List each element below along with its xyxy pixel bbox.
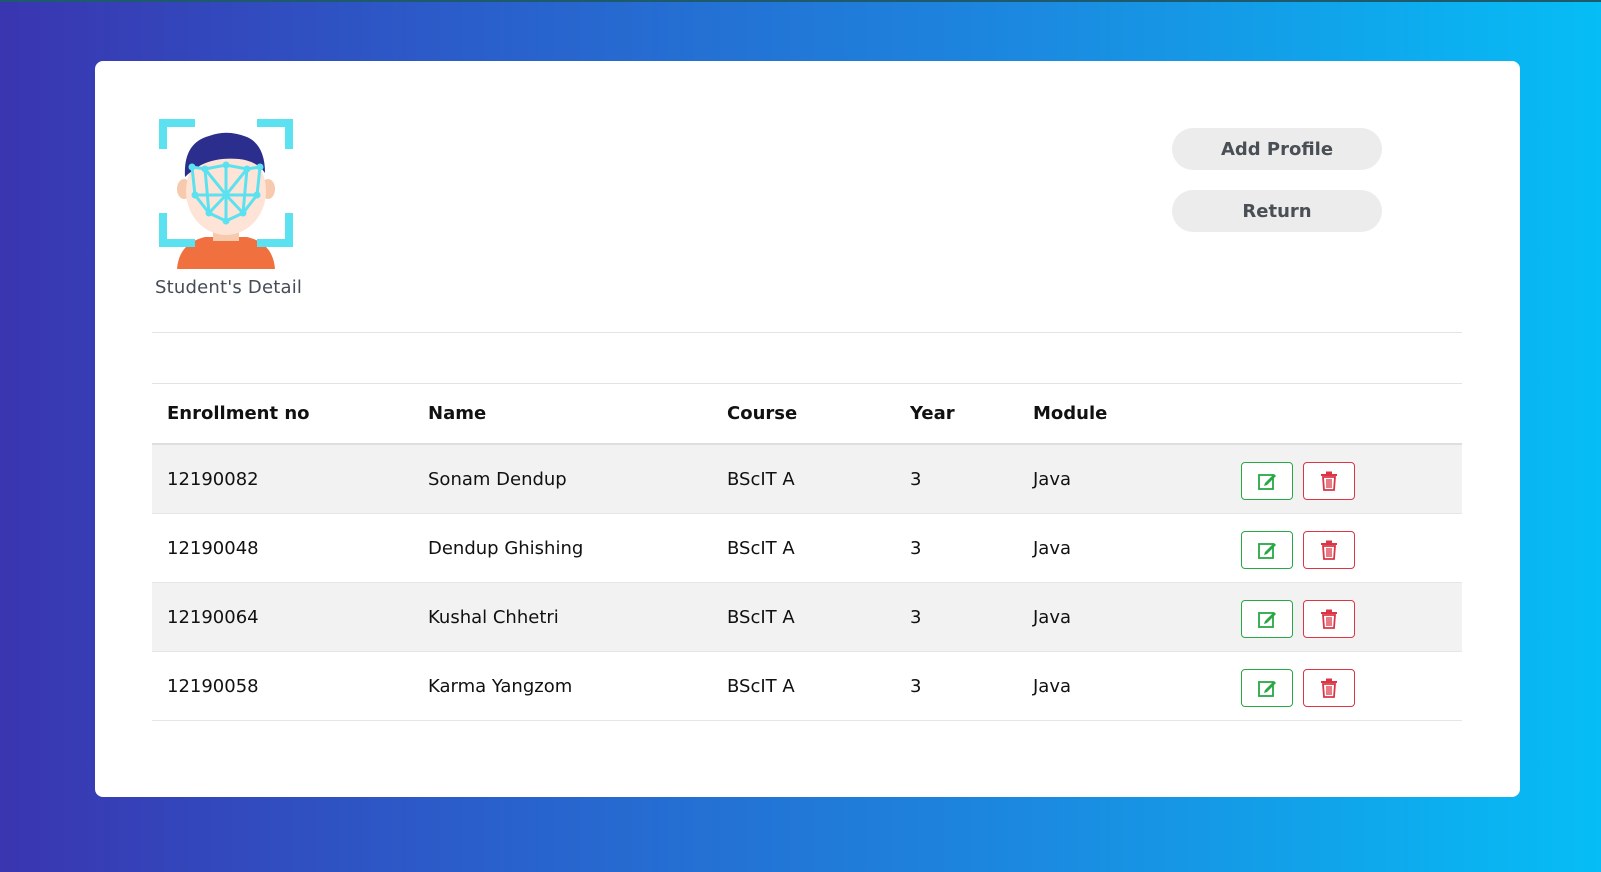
brand: Student's Detail [155,117,325,298]
main-card: Student's Detail Add Profile Return Enro… [95,61,1520,797]
edit-button[interactable] [1241,600,1293,638]
table-row: 12190058 Karma Yangzom BScIT A 3 Java [152,651,1462,721]
trash-icon [1321,609,1337,629]
edit-icon [1258,474,1276,490]
trash-icon [1321,540,1337,560]
year-cell: 3 [910,513,1033,583]
table-header-row: Enrollment no Name Course Year Module [152,384,1462,445]
delete-button[interactable] [1303,600,1355,638]
year-cell: 3 [910,651,1033,721]
name-cell: Dendup Ghishing [428,513,727,583]
edit-button[interactable] [1241,669,1293,707]
enrollment-cell: 12190058 [152,651,428,721]
delete-button[interactable] [1303,531,1355,569]
add-profile-button[interactable]: Add Profile [1172,128,1382,170]
course-cell: BScIT A [727,651,910,721]
year-cell: 3 [910,444,1033,514]
delete-button[interactable] [1303,462,1355,500]
actions-cell [1241,444,1462,514]
table-row: 12190048 Dendup Ghishing BScIT A 3 Java [152,513,1462,583]
name-cell: Kushal Chhetri [428,582,727,652]
table-row: 12190082 Sonam Dendup BScIT A 3 Java [152,444,1462,514]
enrollment-cell: 12190082 [152,444,428,514]
page-caption: Student's Detail [155,277,303,298]
top-border [0,0,1601,2]
edit-icon [1258,681,1276,697]
trash-icon [1321,471,1337,491]
actions-cell [1241,582,1462,652]
edit-icon [1258,543,1276,559]
column-header-year: Year [910,384,1033,445]
course-cell: BScIT A [727,444,910,514]
delete-button[interactable] [1303,669,1355,707]
column-header-name: Name [428,384,727,445]
divider [152,332,1462,333]
face-recognition-logo-icon [157,117,295,269]
module-cell: Java [1033,513,1241,583]
column-header-course: Course [727,384,910,445]
enrollment-cell: 12190048 [152,513,428,583]
column-header-module: Module [1033,384,1241,445]
column-header-actions [1241,384,1462,445]
trash-icon [1321,678,1337,698]
year-cell: 3 [910,582,1033,652]
course-cell: BScIT A [727,513,910,583]
edit-button[interactable] [1241,531,1293,569]
actions-cell [1241,651,1462,721]
name-cell: Sonam Dendup [428,444,727,514]
module-cell: Java [1033,651,1241,721]
module-cell: Java [1033,444,1241,514]
column-header-enrollment: Enrollment no [152,384,428,445]
name-cell: Karma Yangzom [428,651,727,721]
table-row: 12190064 Kushal Chhetri BScIT A 3 Java [152,582,1462,652]
edit-icon [1258,612,1276,628]
students-table: Enrollment no Name Course Year Module 12… [152,384,1462,721]
return-button[interactable]: Return [1172,190,1382,232]
enrollment-cell: 12190064 [152,582,428,652]
course-cell: BScIT A [727,582,910,652]
actions-cell [1241,513,1462,583]
module-cell: Java [1033,582,1241,652]
edit-button[interactable] [1241,462,1293,500]
